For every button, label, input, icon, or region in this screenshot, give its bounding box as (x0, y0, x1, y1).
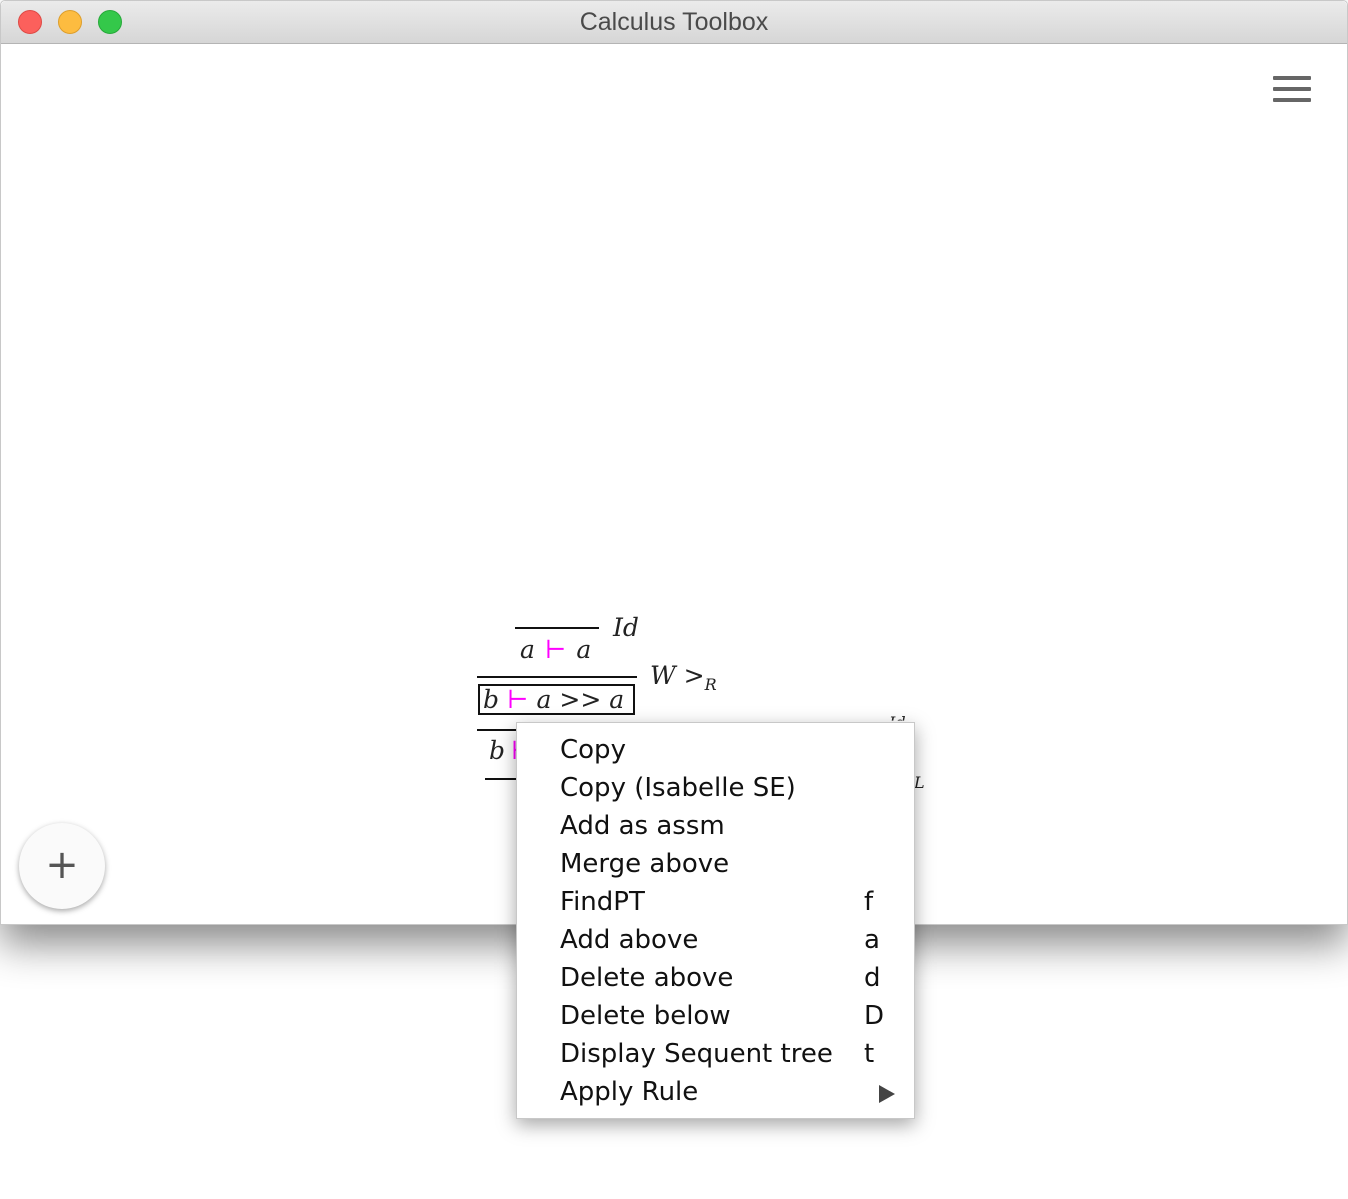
turnstile-symbol: ⊢ (507, 685, 529, 714)
hamburger-bar (1273, 87, 1311, 91)
rule-label-weakening: W >R (650, 661, 717, 694)
menu-item-label: FindPT (560, 887, 645, 917)
menu-item-merge-above[interactable]: Merge above (517, 849, 914, 887)
title-bar: Calculus Toolbox (1, 1, 1347, 44)
menu-item-label: Display Sequent tree (560, 1039, 833, 1069)
add-button[interactable]: + (19, 823, 105, 909)
rule-label-id: Id (613, 613, 639, 642)
menu-item-copy-isabelle[interactable]: Copy (Isabelle SE) (517, 773, 914, 811)
menu-item-delete-above[interactable]: Delete above d (517, 963, 914, 1001)
menu-item-add-above[interactable]: Add above a (517, 925, 914, 963)
inference-line-bottom (477, 729, 521, 731)
sequent-middle[interactable]: b ⊢ a >> a (483, 685, 624, 714)
menu-item-label: Merge above (560, 849, 730, 879)
sequent-middle-left: b (483, 685, 500, 714)
menu-item-label: Copy (Isabelle SE) (560, 773, 796, 803)
submenu-arrow-icon (879, 1085, 895, 1103)
menu-item-findpt[interactable]: FindPT f (517, 887, 914, 925)
menu-item-label: Delete below (560, 1001, 731, 1031)
menu-item-add-as-assm[interactable]: Add as assm (517, 811, 914, 849)
inference-line-middle (477, 676, 637, 678)
inference-line-top (515, 627, 599, 629)
menu-item-shortcut: d (864, 963, 881, 993)
menu-item-display-sequent-tree[interactable]: Display Sequent tree t (517, 1039, 914, 1077)
sequent-bottom-left: b (489, 736, 506, 765)
menu-item-shortcut: f (864, 887, 874, 917)
turnstile-symbol: ⊢ (544, 635, 567, 664)
menu-item-shortcut: D (864, 1001, 885, 1031)
context-menu: Copy Copy (Isabelle SE) Add as assm Merg… (516, 722, 915, 1119)
menu-item-shortcut: t (864, 1039, 875, 1069)
rule-label-weakening-sub: R (704, 675, 717, 694)
menu-item-label: Delete above (560, 963, 734, 993)
rule-label-partial-l: L (914, 773, 925, 792)
sequent-top-left: a (520, 635, 535, 664)
menu-item-label: Add above (560, 925, 699, 955)
rule-label-weakening-base: W > (650, 661, 705, 690)
hamburger-menu-icon[interactable] (1273, 76, 1313, 104)
sequent-top[interactable]: a ⊢ a (520, 635, 591, 664)
screen: Calculus Toolbox Id a⊢a W >R b⊢a >> (0, 0, 1348, 1199)
menu-item-label: Add as assm (560, 811, 725, 841)
window-title: Calculus Toolbox (579, 8, 769, 36)
menu-item-label: Copy (560, 735, 626, 765)
sequent-middle-right: a >> a (536, 685, 625, 714)
menu-item-copy[interactable]: Copy (517, 735, 914, 773)
plus-icon: + (45, 842, 79, 888)
menu-item-label: Apply Rule (560, 1077, 699, 1107)
menu-item-shortcut: a (864, 925, 880, 955)
hamburger-bar (1273, 98, 1311, 102)
sequent-top-right: a (576, 635, 592, 664)
hamburger-bar (1273, 76, 1311, 80)
menu-item-delete-below[interactable]: Delete below D (517, 1001, 914, 1039)
menu-item-apply-rule[interactable]: Apply Rule (517, 1077, 914, 1115)
